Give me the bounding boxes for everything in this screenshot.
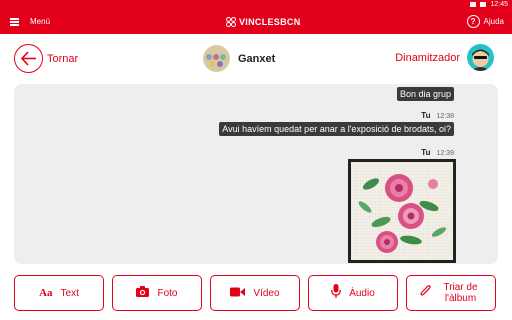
- menu-label: Menú: [30, 17, 51, 26]
- message-meta: Tu 12:39: [421, 148, 454, 157]
- status-icons: 12:45: [470, 0, 508, 9]
- message-time: 12:39: [436, 150, 454, 157]
- help-button[interactable]: ? Ajuda: [466, 9, 504, 34]
- message-sender: Tu: [421, 111, 431, 120]
- question-icon: ?: [466, 15, 480, 28]
- dinamitzador-button[interactable]: Dinamitzador: [395, 44, 494, 71]
- camera-icon: [136, 284, 150, 302]
- message-bubble: Bon dia grup: [396, 87, 454, 101]
- chat-header: Tornar Ganxet Dinamitzador: [0, 34, 512, 84]
- hamburger-icon: [10, 18, 19, 26]
- group-name: Ganxet: [238, 52, 276, 65]
- choose-album-button[interactable]: Triar de l'àlbum: [406, 275, 496, 311]
- message-meta: Tu 12:38: [421, 111, 454, 120]
- brand-name: VINCLESBCN: [239, 16, 301, 27]
- back-label: Tornar: [47, 52, 79, 65]
- microphone-icon: [331, 283, 342, 303]
- photo-button-label: Foto: [157, 287, 178, 299]
- action-bar: Aa Text Foto Vídeo Àudio Triar de l'àlbu…: [14, 275, 498, 311]
- brand-logo: VINCLESBCN: [226, 9, 301, 34]
- message-photo[interactable]: [348, 159, 456, 263]
- chat-area[interactable]: Bon dia grup Tu 12:38 Avui havíem quedat…: [14, 84, 498, 264]
- text-button-label: Text: [60, 287, 79, 299]
- message-sender: Tu: [421, 148, 431, 157]
- video-button[interactable]: Vídeo: [210, 275, 300, 311]
- video-icon: [230, 284, 246, 302]
- arrow-left-icon: [14, 44, 43, 73]
- dinamitzador-label: Dinamitzador: [395, 51, 460, 64]
- status-bar: 12:45: [0, 0, 512, 9]
- choose-album-button-label: Triar de l'àlbum: [443, 282, 478, 304]
- vincles-logo-icon: [226, 16, 236, 27]
- dinamitzador-avatar: [467, 44, 494, 71]
- back-button[interactable]: Tornar: [14, 44, 78, 73]
- embroidery-image: [351, 162, 453, 260]
- video-button-label: Vídeo: [253, 287, 280, 299]
- group-avatar: [203, 45, 230, 72]
- help-label: Ajuda: [483, 17, 504, 26]
- wifi-icon: [470, 2, 477, 7]
- battery-icon: [480, 2, 487, 7]
- photo-button[interactable]: Foto: [112, 275, 202, 311]
- message-bubble: Avui havíem quedat per anar a l'exposici…: [219, 122, 454, 136]
- app-bar: Menú VINCLESBCN ? Ajuda: [0, 9, 512, 34]
- menu-button[interactable]: Menú: [10, 9, 50, 34]
- group-info[interactable]: Ganxet: [203, 45, 275, 72]
- audio-button[interactable]: Àudio: [308, 275, 398, 311]
- text-icon: Aa: [39, 287, 53, 299]
- status-time: 12:45: [490, 1, 508, 8]
- audio-button-label: Àudio: [349, 287, 375, 299]
- paperclip-icon: [420, 284, 431, 303]
- text-button[interactable]: Aa Text: [14, 275, 104, 311]
- message-time: 12:38: [436, 113, 454, 120]
